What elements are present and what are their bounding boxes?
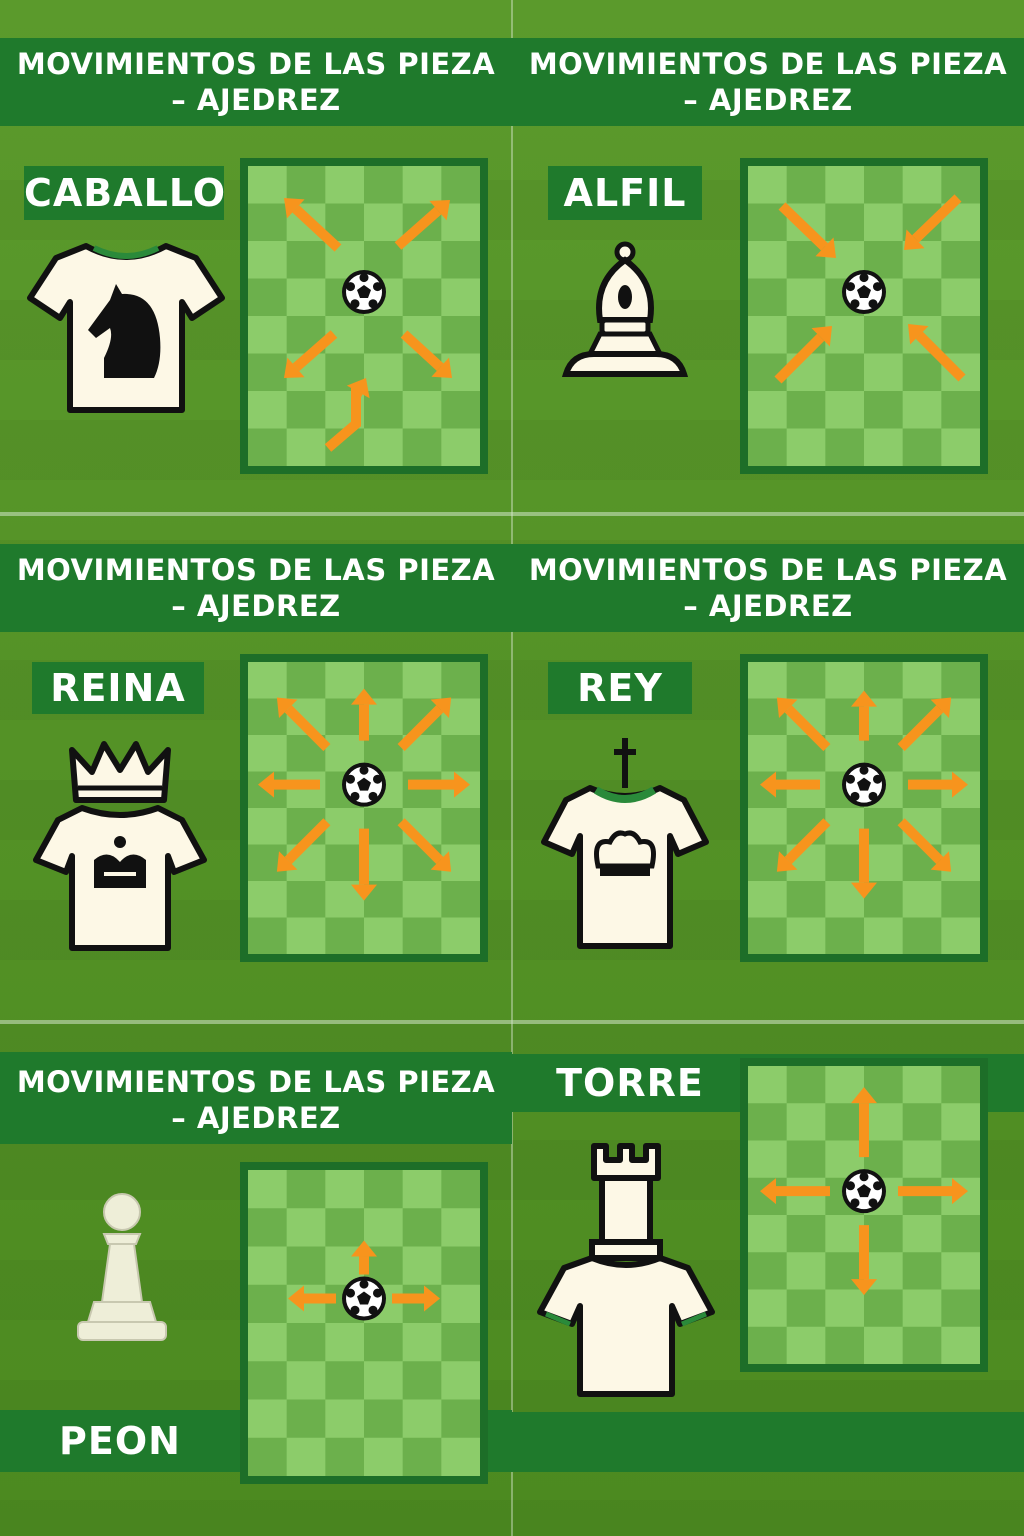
board-torre — [740, 1058, 988, 1372]
bishop-icon — [560, 241, 690, 378]
title-line2: – AJEDREZ — [171, 589, 341, 623]
board-caballo — [240, 158, 488, 474]
rook-shirt-icon — [536, 1142, 716, 1398]
panel-title-rey: MOVIMIENTOS DE LAS PIEZA – AJEDREZ — [512, 544, 1024, 632]
title-line2: – AJEDREZ — [683, 589, 853, 623]
title-line1: MOVIMIENTOS DE LAS PIEZA — [528, 47, 1008, 81]
board-alfil — [740, 158, 988, 474]
piece-label-reina: REINA — [32, 662, 204, 714]
piece-label-alfil: ALFIL — [548, 166, 702, 220]
board-peon — [240, 1162, 488, 1484]
vertical-divider — [511, 0, 513, 1536]
piece-label-caballo: CABALLO — [24, 166, 225, 220]
soccer-ball-icon — [842, 270, 886, 314]
queen-shirt-icon — [32, 736, 208, 952]
soccer-ball-icon — [842, 1169, 886, 1214]
title-line2: – AJEDREZ — [683, 83, 853, 117]
board-squares — [248, 1170, 480, 1476]
piece-label-torre: TORRE — [548, 1056, 712, 1110]
soccer-ball-icon — [342, 762, 386, 807]
soccer-ball-icon — [342, 270, 386, 314]
panel-title-peon: MOVIMIENTOS DE LAS PIEZA – AJEDREZ — [0, 1052, 512, 1144]
title-line1: MOVIMIENTOS DE LAS PIEZA — [16, 553, 496, 587]
title-line2: – AJEDREZ — [171, 1101, 341, 1135]
piece-label-rey: REY — [548, 662, 692, 714]
title-line1: MOVIMIENTOS DE LAS PIEZA — [16, 47, 496, 81]
pawn-icon — [72, 1190, 172, 1350]
title-line1: MOVIMIENTOS DE LAS PIEZA — [528, 553, 1008, 587]
soccer-ball-icon — [342, 1276, 386, 1321]
panel-title-reina: MOVIMIENTOS DE LAS PIEZA – AJEDREZ — [0, 544, 512, 632]
panel-title-caballo: MOVIMIENTOS DE LAS PIEZA – AJEDREZ — [0, 38, 512, 126]
torre-bottom-bar — [512, 1412, 1024, 1472]
title-line1: MOVIMIENTOS DE LAS PIEZA — [16, 1065, 496, 1099]
horizontal-divider — [0, 512, 1024, 516]
panel-title-alfil: MOVIMIENTOS DE LAS PIEZA – AJEDREZ — [512, 38, 1024, 126]
board-rey — [740, 654, 988, 962]
soccer-ball-icon — [842, 762, 886, 807]
board-reina — [240, 654, 488, 962]
horizontal-divider — [0, 1020, 1024, 1024]
king-shirt-icon — [540, 738, 710, 950]
piece-label-peon: PEON — [30, 1414, 210, 1468]
title-line2: – AJEDREZ — [171, 83, 341, 117]
knight-shirt-icon — [26, 238, 226, 418]
